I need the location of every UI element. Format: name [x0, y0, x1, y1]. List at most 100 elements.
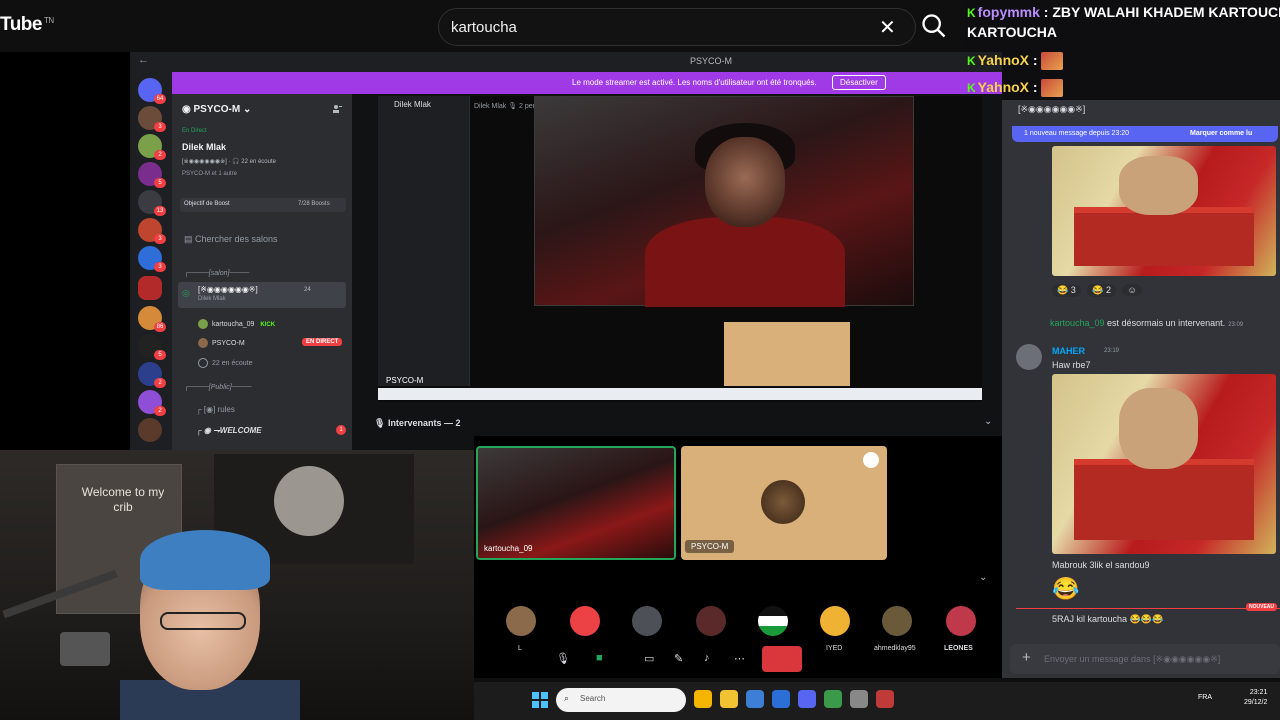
- channel-welcome[interactable]: ┌ ◉ ⇁WELCOME: [196, 426, 262, 435]
- channel-rules[interactable]: ┌ [◉] rules: [196, 405, 235, 414]
- headphones-icon: [198, 358, 208, 368]
- server-icon[interactable]: 2: [138, 134, 166, 160]
- streamer-webcam: Welcome to my crib: [0, 450, 474, 720]
- server-icon[interactable]: [138, 418, 162, 442]
- poster-text: Welcome to my crib: [81, 485, 165, 514]
- message-text: 5RAJ kil kartoucha 😂😂😂: [1052, 614, 1164, 624]
- back-arrow-icon[interactable]: ←: [138, 54, 149, 66]
- disable-streamer-mode-button[interactable]: Désactiver: [832, 75, 886, 90]
- person-face: [705, 137, 785, 227]
- server-icon[interactable]: 5: [138, 162, 166, 188]
- server-icon[interactable]: 5: [138, 334, 166, 360]
- meme-image[interactable]: [1052, 146, 1276, 276]
- search-query: kartoucha: [451, 19, 517, 36]
- message-input[interactable]: + Envoyer un message dans [※◉◉◉◉◉◉※]: [1010, 644, 1280, 674]
- channel-topic: Dilek Mlak: [198, 296, 226, 302]
- unread-badge: 1: [336, 425, 346, 435]
- audience-avatar[interactable]: [946, 606, 976, 636]
- voice-member[interactable]: kartoucha_09 KICK: [198, 319, 275, 329]
- app-icon[interactable]: [772, 690, 790, 708]
- nested-call-preview: [724, 322, 850, 386]
- stage-title: Dilek Mlak: [182, 142, 227, 152]
- audience-avatar[interactable]: [506, 606, 536, 636]
- app-icon[interactable]: [850, 690, 868, 708]
- reaction-button[interactable]: 😂 3: [1052, 284, 1081, 297]
- discord-window: ← PSYCO-M Le mode streamer est activé. L…: [130, 52, 1002, 450]
- microphone-icon[interactable]: 🎙: [556, 652, 570, 665]
- server-icon[interactable]: 86: [138, 306, 166, 332]
- call-area: kartoucha_09 PSYCO-M ⌄ L IYED ahmedklay9…: [474, 436, 1002, 678]
- server-icon[interactable]: 3: [138, 218, 166, 244]
- server-icon[interactable]: 2: [138, 390, 166, 416]
- taskbar-search-label: Search: [580, 694, 606, 703]
- youtube-search-input[interactable]: kartoucha ✕: [438, 8, 916, 46]
- settings-icon[interactable]: [863, 452, 879, 468]
- server-icon[interactable]: 3: [138, 106, 166, 132]
- reaction-button[interactable]: 😂 2: [1087, 284, 1116, 297]
- message-author[interactable]: MAHER: [1052, 346, 1085, 356]
- voice-member[interactable]: PSYCO-M: [198, 338, 245, 348]
- language-indicator[interactable]: FRA: [1198, 694, 1212, 701]
- chrome-icon[interactable]: [694, 690, 712, 708]
- streamer-mode-message: Le mode streamer est activé. Les noms d'…: [572, 78, 817, 87]
- avatar[interactable]: [1016, 344, 1042, 370]
- speaker-tile[interactable]: PSYCO-M: [681, 446, 887, 560]
- audience-avatar[interactable]: [758, 606, 788, 636]
- screen-share-stream[interactable]: Dilek Mlak PSYCO-M Dilek Mlak 🎙 2 person…: [378, 96, 982, 402]
- leave-call-button[interactable]: [762, 646, 802, 672]
- discord-icon[interactable]: [798, 690, 816, 708]
- category-salon[interactable]: ┌────[salon]────: [184, 270, 249, 277]
- screen-share-icon[interactable]: ▭: [644, 652, 654, 665]
- windows-start-icon[interactable]: [532, 692, 548, 708]
- guild-name[interactable]: ◉ PSYCO-M ⌄: [182, 104, 251, 115]
- server-icon[interactable]: 3: [138, 246, 166, 272]
- server-icon[interactable]: 2: [138, 362, 166, 388]
- audience-avatar[interactable]: [696, 606, 726, 636]
- message-text: Mabrouk 3lik el sandou9: [1052, 560, 1150, 570]
- activity-icon[interactable]: ✎: [674, 652, 683, 665]
- title-bar: ← PSYCO-M: [130, 52, 1002, 70]
- audience-name: ahmedklay95: [874, 645, 916, 652]
- active-server-icon[interactable]: [138, 276, 162, 300]
- search-channels-button[interactable]: ▤ Chercher des salons: [184, 234, 278, 245]
- meme-image[interactable]: [1052, 374, 1276, 554]
- audience-avatar[interactable]: [882, 606, 912, 636]
- taskbar-search[interactable]: ⌕ Search: [556, 688, 686, 712]
- clear-search-icon[interactable]: ✕: [879, 15, 896, 40]
- category-public[interactable]: ┌────[Public]────: [184, 384, 252, 391]
- boost-goal-label: Objectif de Boost: [184, 201, 230, 207]
- search-icon[interactable]: [920, 12, 948, 40]
- youtube-logo[interactable]: Tube TN: [0, 14, 54, 36]
- app-icon[interactable]: [824, 690, 842, 708]
- app-icon[interactable]: [876, 690, 894, 708]
- boost-goal[interactable]: Objectif de Boost 7/28 Boosts: [180, 198, 346, 212]
- add-reaction-icon[interactable]: ☺: [1122, 284, 1142, 296]
- speaker-tile[interactable]: kartoucha_09: [476, 446, 676, 560]
- new-messages-bar[interactable]: 1 nouveau message depuis 23:20 Marquer c…: [1012, 126, 1278, 142]
- channel-user-count: 24: [304, 287, 311, 293]
- chevron-down-icon[interactable]: ⌄: [979, 572, 987, 583]
- chat-message-continued: KARTOUCHA: [967, 24, 1057, 40]
- direct-messages-icon[interactable]: 64: [138, 78, 166, 104]
- taskbar-clock[interactable]: 23:21 29/12/2: [1244, 688, 1267, 708]
- app-icon[interactable]: [746, 690, 764, 708]
- chat-message: K YahnoX :: [967, 52, 1064, 71]
- audience-avatar[interactable]: [570, 606, 600, 636]
- file-explorer-icon[interactable]: [720, 690, 738, 708]
- audience-avatar[interactable]: [820, 606, 850, 636]
- server-icon[interactable]: 13: [138, 190, 166, 216]
- channel-sidebar: ◉ PSYCO-M ⌄ En Direct Dilek Mlak [※◉◉◉◉◉…: [172, 94, 352, 450]
- add-attachment-icon[interactable]: +: [1022, 649, 1031, 666]
- camera-icon[interactable]: ■: [596, 652, 603, 664]
- nested-title: Dilek Mlak: [394, 100, 431, 109]
- soundboard-icon[interactable]: ♪: [704, 652, 710, 664]
- add-member-icon[interactable]: [332, 104, 342, 114]
- stage-view: Dilek Mlak PSYCO-M Dilek Mlak 🎙 2 person…: [352, 94, 1002, 450]
- server-rail: 64 3 2 5 13 3 3 86 5 2 2: [130, 72, 172, 450]
- kick-icon: K: [967, 81, 976, 95]
- audience-avatar[interactable]: [632, 606, 662, 636]
- chevron-down-icon[interactable]: ⌄: [984, 416, 992, 427]
- active-stage-channel[interactable]: ◎ [※◉◉◉◉◉◉※] Dilek Mlak 24: [178, 282, 346, 308]
- more-options-icon[interactable]: ⋯: [734, 652, 745, 665]
- mark-as-read-button[interactable]: Marquer comme lu: [1190, 130, 1252, 137]
